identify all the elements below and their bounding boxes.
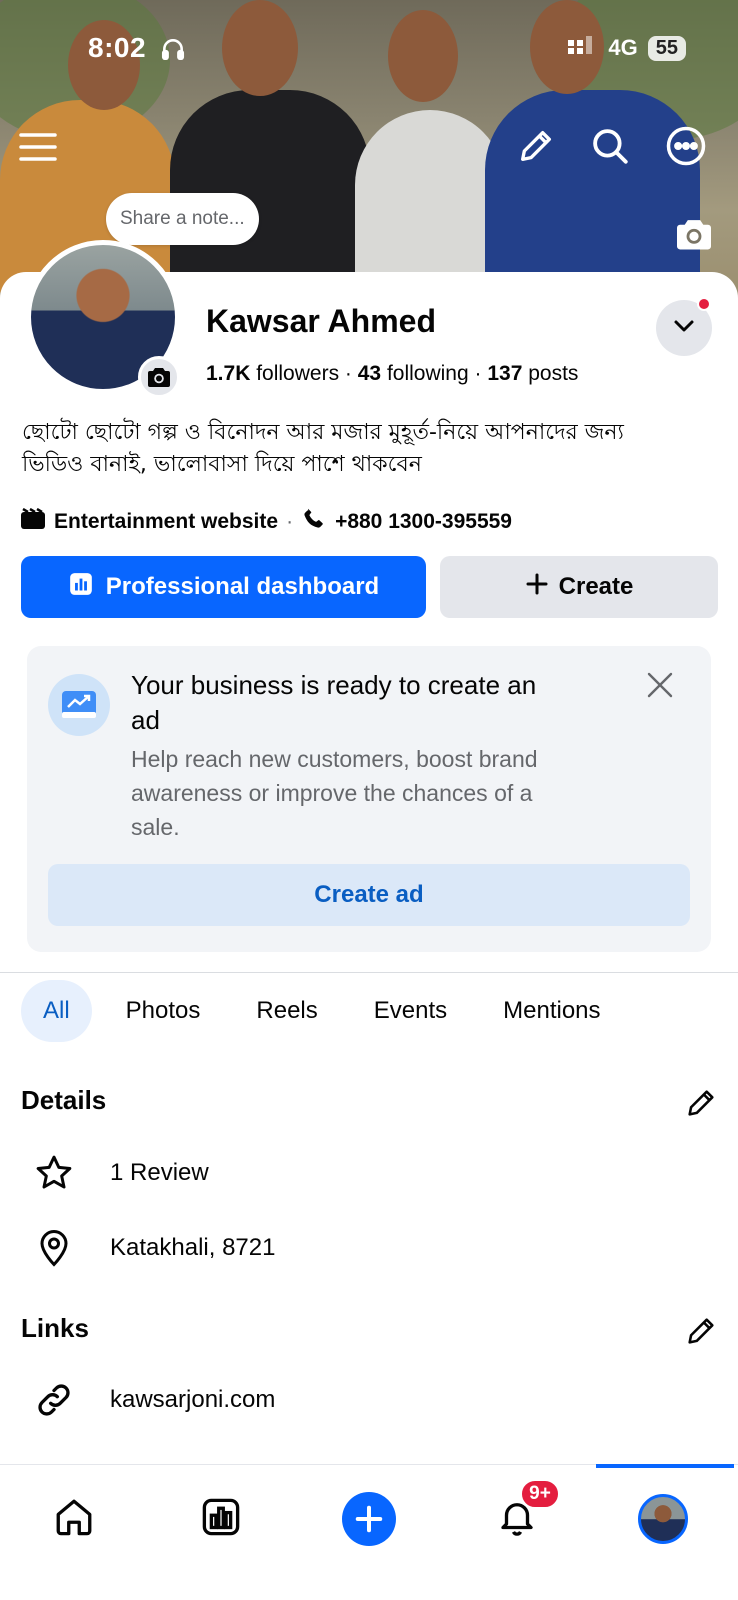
stats-separator: · xyxy=(344,362,358,385)
tab-photos[interactable]: Photos xyxy=(104,980,223,1042)
profile-tabs: All Photos Reels Events Mentions xyxy=(21,980,623,1042)
professional-dashboard-label: Professional dashboard xyxy=(105,573,380,600)
profile-phone[interactable]: +880 1300-395559 xyxy=(335,510,512,534)
star-icon xyxy=(32,1151,76,1195)
headphones-icon xyxy=(160,36,186,67)
menu-icon[interactable] xyxy=(16,125,60,169)
ad-text-line: Help reach new customers, boost brand xyxy=(131,746,538,772)
avatar-camera-icon[interactable] xyxy=(138,356,180,398)
nav-home[interactable] xyxy=(39,1484,109,1554)
followers-count[interactable]: 1.7K xyxy=(206,362,250,385)
edit-details-pencil-icon[interactable] xyxy=(684,1086,718,1120)
location-pin-icon xyxy=(32,1226,76,1270)
home-icon xyxy=(53,1496,95,1543)
plus-circle-icon xyxy=(342,1492,396,1546)
profile-stats: 1.7K followers · 43 following · 137 post… xyxy=(206,362,578,386)
share-note-bubble[interactable]: Share a note... xyxy=(106,193,259,245)
bio-line: ছোটো ছোটো গল্প ও বিনোদন আর মজার মুহূর্ত-… xyxy=(22,420,624,445)
plus-icon xyxy=(525,572,549,603)
notifications-badge: 9+ xyxy=(520,1479,560,1509)
tab-all[interactable]: All xyxy=(21,980,92,1042)
chevron-down-icon xyxy=(672,318,696,339)
dashboard-icon xyxy=(200,1496,242,1543)
link-icon xyxy=(32,1378,76,1422)
bio-line: ভিডিও বানাই, ভালোবাসা দিয়ে পাশে থাকবেন xyxy=(22,452,422,477)
followers-label[interactable]: followers xyxy=(256,362,339,385)
posts-label: posts xyxy=(528,362,579,385)
phone-icon xyxy=(301,506,327,538)
battery-level: 55 xyxy=(647,35,686,61)
review-count[interactable]: 1 Review xyxy=(110,1159,209,1187)
profile-avatar-small xyxy=(638,1494,688,1544)
status-time: 8:02 xyxy=(88,32,147,63)
following-label[interactable]: following xyxy=(387,362,469,385)
ad-title-line: Your business is ready to create an xyxy=(131,670,537,700)
dashboard-chart-icon xyxy=(68,571,94,604)
profile-bio: ছোটো ছোটো গল্প ও বিনোদন আর মজার মুহূর্ত-… xyxy=(22,417,722,481)
signal-icon xyxy=(568,34,598,62)
edit-icon[interactable] xyxy=(514,124,558,168)
links-title: Links xyxy=(21,1313,89,1343)
tab-reels[interactable]: Reels xyxy=(234,980,339,1042)
trending-chart-icon xyxy=(48,674,110,736)
ad-text-line: sale. xyxy=(131,814,180,840)
cover-camera-icon[interactable] xyxy=(672,212,716,256)
network-type: 4G xyxy=(608,35,638,60)
create-ad-button[interactable]: Create ad xyxy=(48,864,690,926)
stats-separator: · xyxy=(474,362,488,385)
location-text: Katakhali, 8721 xyxy=(110,1234,276,1261)
section-divider xyxy=(0,972,738,973)
create-button[interactable]: Create xyxy=(440,556,718,618)
ad-card-title: Your business is ready to create an ad xyxy=(131,668,631,738)
profile-category: Entertainment website xyxy=(54,510,279,533)
profile-info-row: Entertainment website · +880 1300-395559 xyxy=(20,506,512,538)
posts-count: 137 xyxy=(487,362,523,385)
professional-dashboard-button[interactable]: Professional dashboard xyxy=(21,556,426,618)
website-link[interactable]: kawsarjoni.com xyxy=(110,1386,275,1414)
tab-events[interactable]: Events xyxy=(352,980,469,1042)
notification-dot xyxy=(697,297,711,311)
nav-profile[interactable] xyxy=(628,1484,698,1554)
info-separator: · xyxy=(286,510,294,533)
details-title: Details xyxy=(21,1085,107,1115)
search-icon[interactable] xyxy=(588,124,632,168)
profile-name: Kawsar Ahmed xyxy=(206,303,436,339)
create-label: Create xyxy=(558,573,634,600)
clapperboard-icon xyxy=(20,507,46,536)
more-options-icon[interactable] xyxy=(664,124,708,168)
following-count[interactable]: 43 xyxy=(358,362,381,385)
ad-card-description: Help reach new customers, boost brand aw… xyxy=(131,742,651,844)
tab-mentions[interactable]: Mentions xyxy=(481,980,622,1042)
ad-title-line: ad xyxy=(131,705,160,735)
edit-links-pencil-icon[interactable] xyxy=(684,1314,718,1348)
status-indicators: 4G 55 xyxy=(568,34,686,62)
ad-text-line: awareness or improve the chances of a xyxy=(131,780,533,806)
nav-dashboard[interactable] xyxy=(186,1484,256,1554)
active-tab-indicator xyxy=(596,1464,734,1468)
nav-create[interactable] xyxy=(334,1484,404,1554)
close-icon[interactable] xyxy=(644,669,676,701)
